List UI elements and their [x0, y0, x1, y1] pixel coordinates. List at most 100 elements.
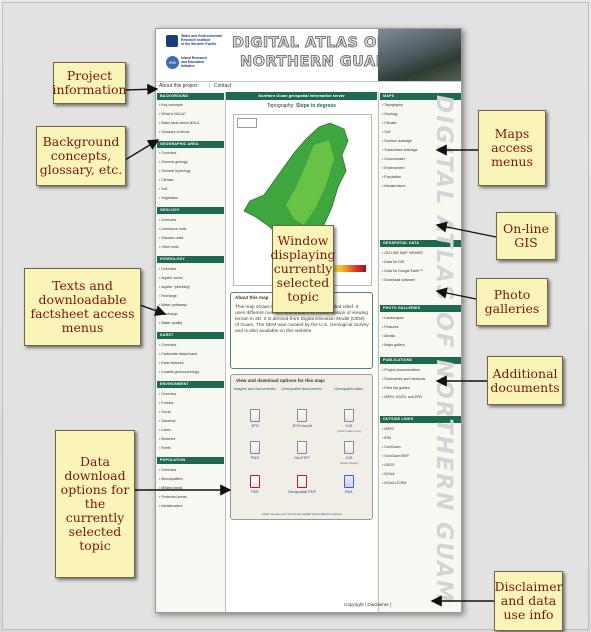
menu-item[interactable]: Basic facts about NGLA	[159, 121, 199, 126]
menu-item[interactable]: WERI	[382, 427, 393, 432]
menu-item[interactable]: GovGuam BSP	[382, 454, 409, 459]
download-col-header: Images and documents:	[233, 386, 277, 391]
menu-item[interactable]: Limestone units	[159, 227, 186, 232]
menu-item[interactable]: Maps gallery	[382, 343, 404, 348]
irei-logo[interactable]: IREI	[166, 56, 179, 69]
menu-item[interactable]: General hydrology	[159, 169, 190, 174]
menu-item[interactable]: Lakes	[159, 428, 171, 433]
menu-item[interactable]: Topography	[382, 103, 403, 108]
download-jpg-button[interactable]: JPG	[235, 409, 275, 429]
menu-item[interactable]: Vegetation	[159, 196, 178, 201]
download-kml-button[interactable]: KML	[329, 475, 369, 495]
menu-item[interactable]: ON-LINE MAP VIEWER	[382, 251, 422, 256]
download-options-panel: View and download options for this map: …	[230, 374, 373, 520]
menu-item[interactable]: Climate	[382, 121, 396, 126]
menu-item[interactable]: General geology	[159, 160, 187, 165]
download-png-button[interactable]: PNG	[235, 441, 275, 461]
menu-item[interactable]: Data for GIS	[382, 260, 404, 265]
menu-item[interactable]: Project documentation	[382, 368, 420, 373]
menu-item[interactable]: Overview	[159, 468, 176, 473]
menu-item[interactable]: Population	[382, 175, 401, 180]
menu-item[interactable]: Data for Google Earth™	[382, 269, 423, 274]
callout-window: Window displaying currently selected top…	[271, 225, 336, 313]
menu-item[interactable]: Features	[382, 325, 398, 330]
callout-photo: Photo galleries	[476, 278, 548, 326]
download-geotiff-button[interactable]: GeoTIFF	[282, 441, 322, 461]
menu-item[interactable]: Reefs	[159, 446, 170, 451]
menu-item[interactable]: Overview	[159, 343, 176, 348]
menu-item[interactable]: Geology	[382, 112, 397, 117]
menu-item[interactable]: USGS	[382, 463, 394, 468]
menu-item[interactable]: Municipalities	[159, 477, 183, 482]
jpg-file-icon	[250, 409, 260, 422]
menu-item[interactable]: Savanna	[159, 419, 175, 424]
left-section-population: POPULATION	[157, 457, 224, 464]
menu-item[interactable]: Groundwater	[382, 157, 405, 162]
menu-item[interactable]: Overview	[159, 151, 176, 156]
menu-item[interactable]: NOAA OCRM	[382, 481, 406, 486]
download-gis-north-button[interactable]: GIS (north Guam only)	[329, 409, 369, 433]
weri-logo[interactable]	[166, 35, 178, 47]
menu-item[interactable]: Discharge	[159, 312, 177, 317]
menu-item[interactable]: Summaries and handouts	[382, 377, 425, 382]
menu-item[interactable]: Soil	[382, 130, 390, 135]
download-jpg-world-button[interactable]: JPG+world	[282, 409, 322, 429]
menu-item[interactable]: WERI, USGS, and EPA	[382, 395, 421, 400]
menu-item[interactable]: Field trip guides	[382, 386, 409, 391]
download-pdf-button[interactable]: PDF	[235, 475, 275, 495]
menu-item[interactable]: Protected areas	[159, 495, 186, 500]
download-gis-entire-button[interactable]: GIS (entire Guam)	[329, 441, 369, 465]
menu-item[interactable]: Surface drainage	[382, 139, 411, 144]
org-line-3: of the Western Pacific	[181, 42, 217, 46]
menu-item[interactable]: Volcanic units	[159, 236, 183, 241]
menu-item[interactable]: Overview	[159, 218, 176, 223]
menu-item[interactable]: Infrastructure	[159, 504, 182, 509]
menu-item[interactable]: GovGuam	[382, 445, 400, 450]
left-menu: BACKGROUND Key concepts What is NGLA? Ba…	[156, 92, 226, 612]
menu-item[interactable]: IREI	[382, 436, 391, 441]
site-title-line-2: NORTHERN GUAM	[240, 54, 391, 71]
menu-item[interactable]: Environment	[382, 166, 404, 171]
left-section-geographic: GEOGRAPHIC AREA	[157, 141, 224, 148]
menu-item[interactable]: Infrastructure	[382, 184, 405, 189]
nav-separator: |	[209, 83, 211, 89]
footer-links[interactable]: Copyright | Disclaimer |	[344, 602, 391, 607]
menu-item[interactable]: Water quality	[159, 321, 182, 326]
menu-item[interactable]: Scrub	[159, 410, 170, 415]
menu-item[interactable]: Aerials	[382, 334, 395, 339]
callout-online-gis: On-line GIS	[496, 212, 556, 260]
menu-item[interactable]: Recharge	[159, 294, 177, 299]
menu-item[interactable]: Karst features	[159, 361, 183, 366]
menu-item[interactable]: Soil	[159, 187, 167, 192]
menu-item[interactable]: Forests	[159, 401, 173, 406]
menu-item[interactable]: Water pathways	[159, 303, 187, 308]
menu-item[interactable]: Landscapes	[382, 316, 403, 321]
atlas-web-page: Water and Environmental Research Institu…	[155, 28, 462, 613]
left-section-geology: GEOLOGY	[157, 207, 224, 214]
menu-item[interactable]: Overview	[159, 267, 176, 272]
menu-item[interactable]: Beaches	[159, 437, 175, 442]
menu-item[interactable]: Coastal geomorphology	[159, 370, 199, 375]
menu-item[interactable]: Carbonate island karst	[159, 352, 197, 357]
menu-item[interactable]: NOAA	[382, 472, 394, 477]
menu-item[interactable]: Download software	[382, 278, 415, 283]
download-col-header: Geospatial data:	[334, 386, 364, 391]
download-geospatial-pdf-button[interactable]: Geospatial PDF	[282, 475, 322, 495]
map-title-value: Slope in degrees	[295, 103, 336, 109]
nav-about-link[interactable]: About this project	[159, 83, 198, 89]
kml-file-icon	[344, 475, 354, 488]
menu-item[interactable]: Aquifer "plumbing"	[159, 285, 191, 290]
menu-item[interactable]: Subsurface drainage	[382, 148, 417, 153]
menu-item[interactable]: Other units	[159, 245, 179, 250]
pdf-file-icon	[250, 475, 260, 488]
menu-item[interactable]: Military lands	[159, 486, 182, 491]
menu-item[interactable]: What is NGLA?	[159, 112, 186, 117]
menu-item[interactable]: Aquifer zones	[159, 276, 183, 281]
server-title: Northern Guam geospatial information ser…	[226, 92, 377, 100]
nav-contact-link[interactable]: Contact	[214, 83, 231, 89]
menu-item[interactable]: Key concepts	[159, 103, 183, 108]
menu-item[interactable]: Glossary of terms	[159, 130, 189, 135]
slope-color-bar	[334, 265, 366, 272]
menu-item[interactable]: Overview	[159, 392, 176, 397]
menu-item[interactable]: Climate	[159, 178, 173, 183]
